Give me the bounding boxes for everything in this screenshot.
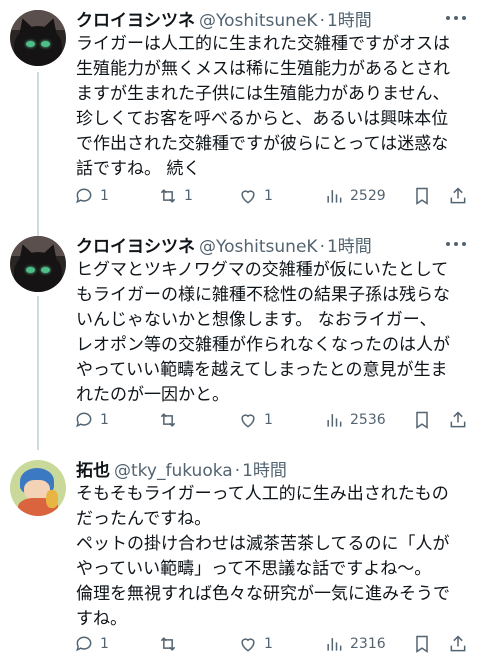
bookmark-icon (416, 187, 428, 205)
more-icon[interactable] (446, 8, 466, 28)
reply-button[interactable]: 1 (74, 184, 109, 208)
separator: · (319, 237, 325, 257)
more-icon[interactable] (446, 234, 466, 254)
heart-icon (241, 638, 255, 652)
share-icon (450, 635, 466, 652)
bookmark-icon (416, 411, 428, 429)
user-handle[interactable]: @tky_fukuoka (114, 461, 233, 481)
separator: · (319, 11, 325, 31)
tweet-text: そもそもライガーって人工的に生み出されたもの だったんですね。 ペットの掛け合わ… (76, 484, 450, 629)
tweet-text: ヒグマとツキノワグマの交雑種が仮にいたとして もライガーの様に雑種不稔性の結果子… (76, 260, 450, 405)
share-icon (450, 411, 466, 428)
view-count: 2536 (350, 412, 386, 428)
bookmark-button[interactable] (412, 184, 432, 208)
avatar[interactable] (10, 236, 66, 292)
share-button[interactable] (448, 184, 468, 208)
like-count: 1 (264, 188, 273, 204)
tweet-header: クロイヨシツネ @YoshitsuneK · 1時間 (76, 6, 372, 31)
tweet-header: クロイヨシツネ @YoshitsuneK · 1時間 (76, 232, 372, 257)
reply-count: 1 (100, 636, 109, 652)
views-button[interactable]: 2316 (324, 632, 386, 656)
views-button[interactable]: 2536 (324, 408, 386, 432)
retweet-button[interactable] (158, 632, 184, 656)
avatar[interactable] (10, 460, 66, 516)
display-name[interactable]: 拓也 (76, 456, 110, 481)
like-button[interactable]: 1 (238, 184, 273, 208)
avatar[interactable] (10, 10, 66, 66)
tweet[interactable]: クロイヨシツネ @YoshitsuneK · 1時間 ライガーは人工的に生まれた… (0, 0, 480, 222)
tweet[interactable]: クロイヨシツネ @YoshitsuneK · 1時間 ヒグマとツキノワグマの交雑… (0, 222, 480, 450)
user-handle[interactable]: @YoshitsuneK (199, 11, 318, 31)
timestamp[interactable]: 1時間 (242, 456, 287, 481)
heart-icon (241, 414, 255, 428)
retweet-icon (160, 413, 176, 427)
share-icon (450, 187, 466, 204)
view-count: 2529 (350, 188, 386, 204)
timestamp[interactable]: 1時間 (327, 232, 372, 257)
thread-connector (37, 72, 39, 222)
reply-count: 1 (100, 188, 109, 204)
display-name[interactable]: クロイヨシツネ (76, 6, 195, 31)
views-icon (327, 414, 342, 427)
like-count: 1 (264, 636, 273, 652)
reply-count: 1 (100, 412, 109, 428)
tweet[interactable]: 拓也 @tky_fukuoka · 1時間 そもそもライガーって人工的に生み出さ… (0, 450, 480, 667)
like-button[interactable]: 1 (238, 408, 273, 432)
display-name[interactable]: クロイヨシツネ (76, 232, 195, 257)
retweet-button[interactable]: 1 (158, 184, 193, 208)
reply-button[interactable]: 1 (74, 408, 109, 432)
reply-icon (76, 636, 92, 652)
reply-icon (76, 412, 92, 428)
timestamp[interactable]: 1時間 (327, 6, 372, 31)
like-count: 1 (264, 412, 273, 428)
bookmark-button[interactable] (412, 632, 432, 656)
action-bar: 1 1 2316 (74, 632, 470, 656)
views-icon (327, 638, 342, 651)
views-button[interactable]: 2529 (324, 184, 386, 208)
separator: · (234, 461, 241, 481)
retweet-button[interactable] (158, 408, 184, 432)
action-bar: 1 1 1 2529 (74, 184, 470, 208)
view-count: 2316 (350, 636, 386, 652)
tweet-header: 拓也 @tky_fukuoka · 1時間 (76, 456, 287, 481)
views-icon (327, 190, 342, 203)
share-button[interactable] (448, 632, 468, 656)
bookmark-icon (416, 635, 428, 653)
like-button[interactable]: 1 (238, 632, 273, 656)
reply-icon (76, 188, 92, 204)
retweet-count: 1 (184, 188, 193, 204)
heart-icon (241, 190, 255, 204)
thread-connector (37, 296, 39, 450)
retweet-icon (160, 637, 176, 651)
tweet-text: ライガーは人工的に生まれた交雑種ですがオスは 生殖能力が無くメスは稀に生殖能力が… (76, 34, 450, 179)
action-bar: 1 1 2536 (74, 408, 470, 432)
retweet-icon (160, 189, 176, 203)
thread-connector (37, 222, 39, 236)
user-handle[interactable]: @YoshitsuneK (199, 237, 318, 257)
bookmark-button[interactable] (412, 408, 432, 432)
reply-button[interactable]: 1 (74, 632, 109, 656)
share-button[interactable] (448, 408, 468, 432)
